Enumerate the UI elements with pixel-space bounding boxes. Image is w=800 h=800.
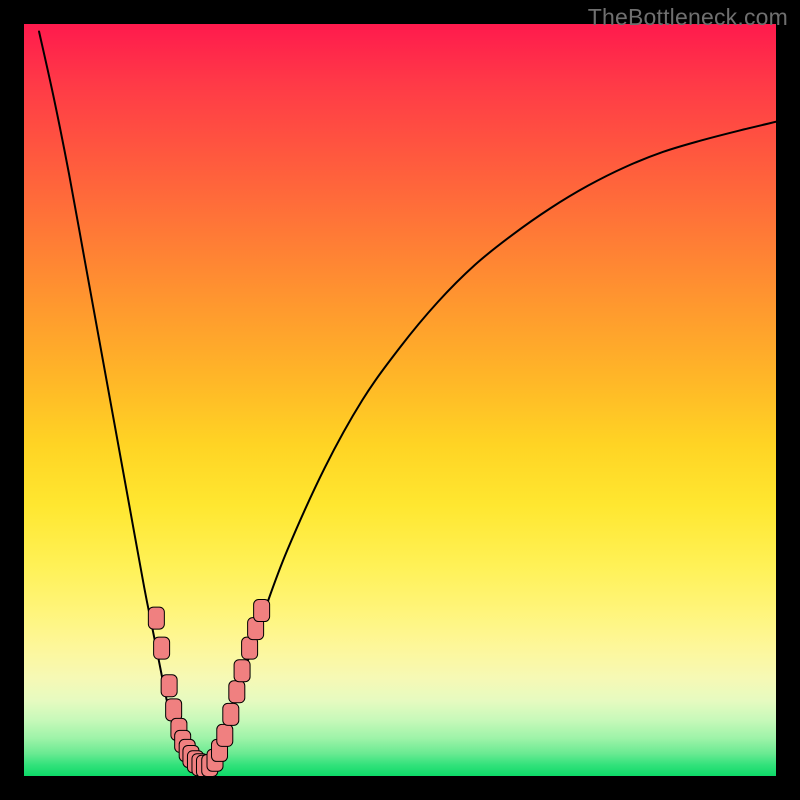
data-marker [217,724,233,746]
data-marker [242,637,258,659]
series-right-curve [212,122,776,765]
marker-layer [148,600,269,776]
watermark-text: TheBottleneck.com [588,4,788,31]
data-marker [229,681,245,703]
data-marker [166,699,182,721]
data-marker [223,703,239,725]
chart-frame: TheBottleneck.com [0,0,800,800]
data-marker [234,660,250,682]
data-marker [254,600,270,622]
data-marker [154,637,170,659]
plot-area [24,24,776,776]
data-marker [161,675,177,697]
data-marker [148,607,164,629]
chart-svg [24,24,776,776]
curve-layer [39,32,776,767]
series-left-curve [39,32,197,765]
